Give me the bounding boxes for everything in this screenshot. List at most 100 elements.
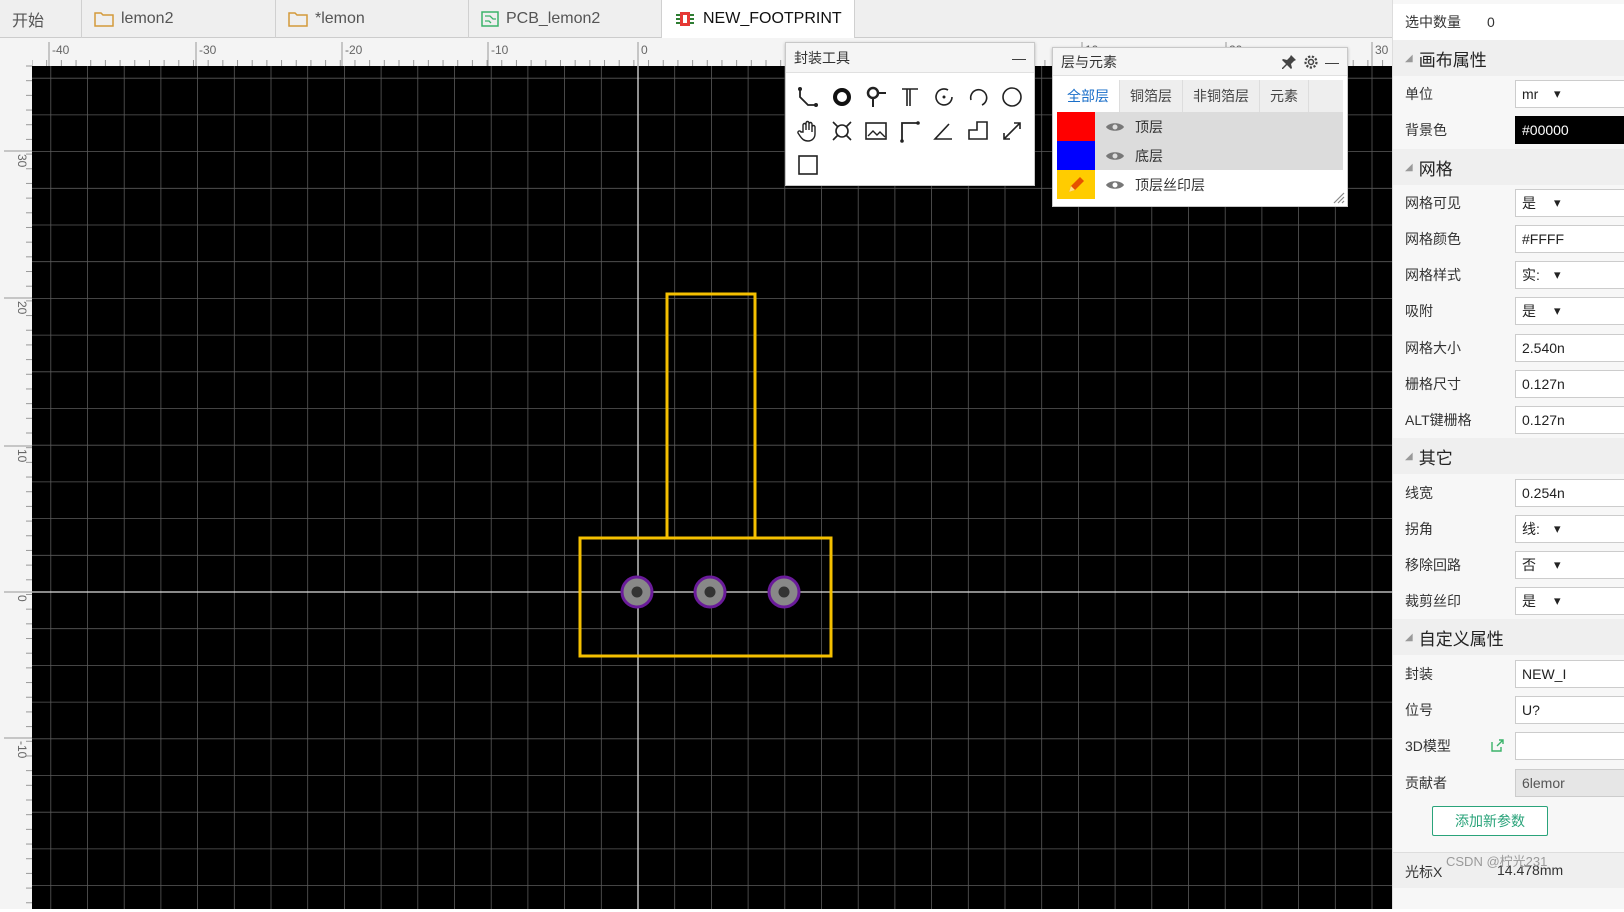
document-tab-bar: 开始 lemon2 *lemon PCB_lemon2 NEW_FOOTPRIN… <box>0 0 1392 38</box>
panel-header[interactable]: 封装工具 — <box>786 43 1034 73</box>
layer-name: 顶层丝印层 <box>1135 176 1205 193</box>
grid-size-input[interactable]: 2.540n <box>1515 334 1624 362</box>
background-color-input[interactable]: #00000 <box>1515 116 1624 144</box>
text-icon[interactable] <box>896 83 924 111</box>
tab-label: PCB_lemon2 <box>506 10 601 27</box>
package-input[interactable]: NEW_I <box>1515 660 1624 688</box>
section-title: 网格 <box>1418 159 1453 179</box>
row-snap: 吸附 是 <box>1393 293 1624 329</box>
pan-icon[interactable] <box>794 117 822 145</box>
tab-elements[interactable]: 元素 <box>1260 80 1309 112</box>
open-link-icon[interactable] <box>1489 738 1505 754</box>
eye-icon[interactable] <box>1105 179 1125 191</box>
image-icon[interactable] <box>862 117 890 145</box>
model-3d-label: 3D模型 <box>1405 738 1451 754</box>
resize-grip-icon[interactable] <box>1331 190 1345 204</box>
row-remove-loop: 移除回路 否 <box>1393 547 1624 583</box>
layer-color-swatch[interactable] <box>1057 170 1095 199</box>
snap-size-label: 栅格尺寸 <box>1405 376 1461 392</box>
layer-name: 顶层 <box>1135 118 1163 135</box>
arc-center-icon[interactable] <box>930 83 958 111</box>
rectangle-icon[interactable] <box>794 151 822 179</box>
footprint-icon <box>676 12 694 26</box>
line-width-label: 线宽 <box>1405 485 1433 501</box>
row-snap-size: 栅格尺寸 0.127n <box>1393 366 1624 402</box>
eye-icon[interactable] <box>1105 150 1125 162</box>
pin-icon[interactable] <box>1281 54 1297 70</box>
row-contributor: 贡献者 6lemor <box>1393 765 1624 801</box>
section-canvas-properties[interactable]: ◢ 画布属性 <box>1393 40 1624 76</box>
section-title: 其它 <box>1418 448 1453 468</box>
tab-non-copper-layers[interactable]: 非铜箔层 <box>1183 80 1260 112</box>
grid-style-select[interactable]: 实: <box>1515 261 1624 289</box>
section-grid[interactable]: ◢ 网格 <box>1393 149 1624 185</box>
angle-icon[interactable] <box>930 117 958 145</box>
unit-select[interactable]: mr <box>1515 80 1624 108</box>
clip-silk-label: 裁剪丝印 <box>1405 593 1461 609</box>
pad-1[interactable] <box>620 575 654 609</box>
minimize-button[interactable]: — <box>1012 50 1026 66</box>
section-custom[interactable]: ◢ 自定义属性 <box>1393 619 1624 655</box>
pad-icon[interactable] <box>828 83 856 111</box>
tab-pcb-lemon2[interactable]: PCB_lemon2 <box>469 0 662 38</box>
tab-label: lemon2 <box>121 10 174 27</box>
track-icon[interactable] <box>794 83 822 111</box>
layer-color-swatch[interactable] <box>1057 141 1095 170</box>
designator-label: 位号 <box>1405 702 1433 718</box>
layer-row-top[interactable]: 顶层 <box>1057 112 1343 141</box>
corner-select[interactable]: 线: <box>1515 515 1624 543</box>
selected-count-row: 选中数量 0 <box>1393 4 1624 40</box>
alt-snap-input[interactable]: 0.127n <box>1515 406 1624 434</box>
tab-start[interactable]: 开始 <box>0 0 82 38</box>
corner-label: 拐角 <box>1405 521 1433 537</box>
arc-icon[interactable] <box>964 83 992 111</box>
layer-row-bottom[interactable]: 底层 <box>1057 141 1343 170</box>
measure-icon[interactable] <box>998 117 1026 145</box>
layer-row-top-silkscreen[interactable]: 顶层丝印层 <box>1057 170 1343 199</box>
pencil-icon <box>1069 176 1084 192</box>
eye-icon[interactable] <box>1105 121 1125 133</box>
row-background: 背景色 #00000 <box>1393 112 1624 148</box>
tab-new-footprint[interactable]: NEW_FOOTPRINT <box>662 0 855 38</box>
row-alt-snap: ALT键栅格 0.127n <box>1393 402 1624 438</box>
row-line-width: 线宽 0.254n <box>1393 475 1624 511</box>
tab-lemon[interactable]: *lemon <box>276 0 469 38</box>
clip-silk-select[interactable]: 是 <box>1515 587 1624 615</box>
snap-select[interactable]: 是 <box>1515 297 1624 325</box>
gear-icon[interactable] <box>1303 54 1319 70</box>
pad-3[interactable] <box>767 575 801 609</box>
background-label: 背景色 <box>1405 122 1447 138</box>
unit-label: 单位 <box>1405 86 1433 102</box>
circle-icon[interactable] <box>998 83 1026 111</box>
tab-label: NEW_FOOTPRINT <box>703 10 842 27</box>
grid-visible-select[interactable]: 是 <box>1515 189 1624 217</box>
panel-header[interactable]: 层与元素 — <box>1053 48 1347 76</box>
grid-color-input[interactable]: #FFFF <box>1515 225 1624 253</box>
layer-tabs: 全部层 铜箔层 非铜箔层 元素 <box>1057 80 1343 112</box>
section-other[interactable]: ◢ 其它 <box>1393 438 1624 474</box>
snap-size-input[interactable]: 0.127n <box>1515 370 1624 398</box>
package-label: 封装 <box>1405 666 1433 682</box>
model-3d-input[interactable] <box>1515 732 1624 760</box>
minimize-button[interactable]: — <box>1325 54 1339 70</box>
hole-icon[interactable] <box>828 117 856 145</box>
pad-2[interactable] <box>693 575 727 609</box>
grid-style-label: 网格样式 <box>1405 267 1461 283</box>
panel-title: 封装工具 <box>794 49 850 66</box>
add-parameter-button[interactable]: 添加新参数 <box>1432 806 1548 836</box>
tab-all-layers[interactable]: 全部层 <box>1057 80 1120 112</box>
layer-color-swatch[interactable] <box>1057 112 1095 141</box>
grid-color-label: 网格颜色 <box>1405 231 1461 247</box>
row-designator: 位号 U? <box>1393 692 1624 728</box>
tab-lemon2[interactable]: lemon2 <box>82 0 276 38</box>
dimension-icon[interactable] <box>896 117 924 145</box>
remove-loop-select[interactable]: 否 <box>1515 551 1624 579</box>
via-icon[interactable] <box>862 83 890 111</box>
row-unit: 单位 mr <box>1393 76 1624 112</box>
tab-copper-layers[interactable]: 铜箔层 <box>1120 80 1183 112</box>
snap-label: 吸附 <box>1405 303 1433 319</box>
line-width-input[interactable]: 0.254n <box>1515 479 1624 507</box>
designator-input[interactable]: U? <box>1515 696 1624 724</box>
region-icon[interactable] <box>964 117 992 145</box>
selected-count-value: 0 <box>1487 14 1495 30</box>
